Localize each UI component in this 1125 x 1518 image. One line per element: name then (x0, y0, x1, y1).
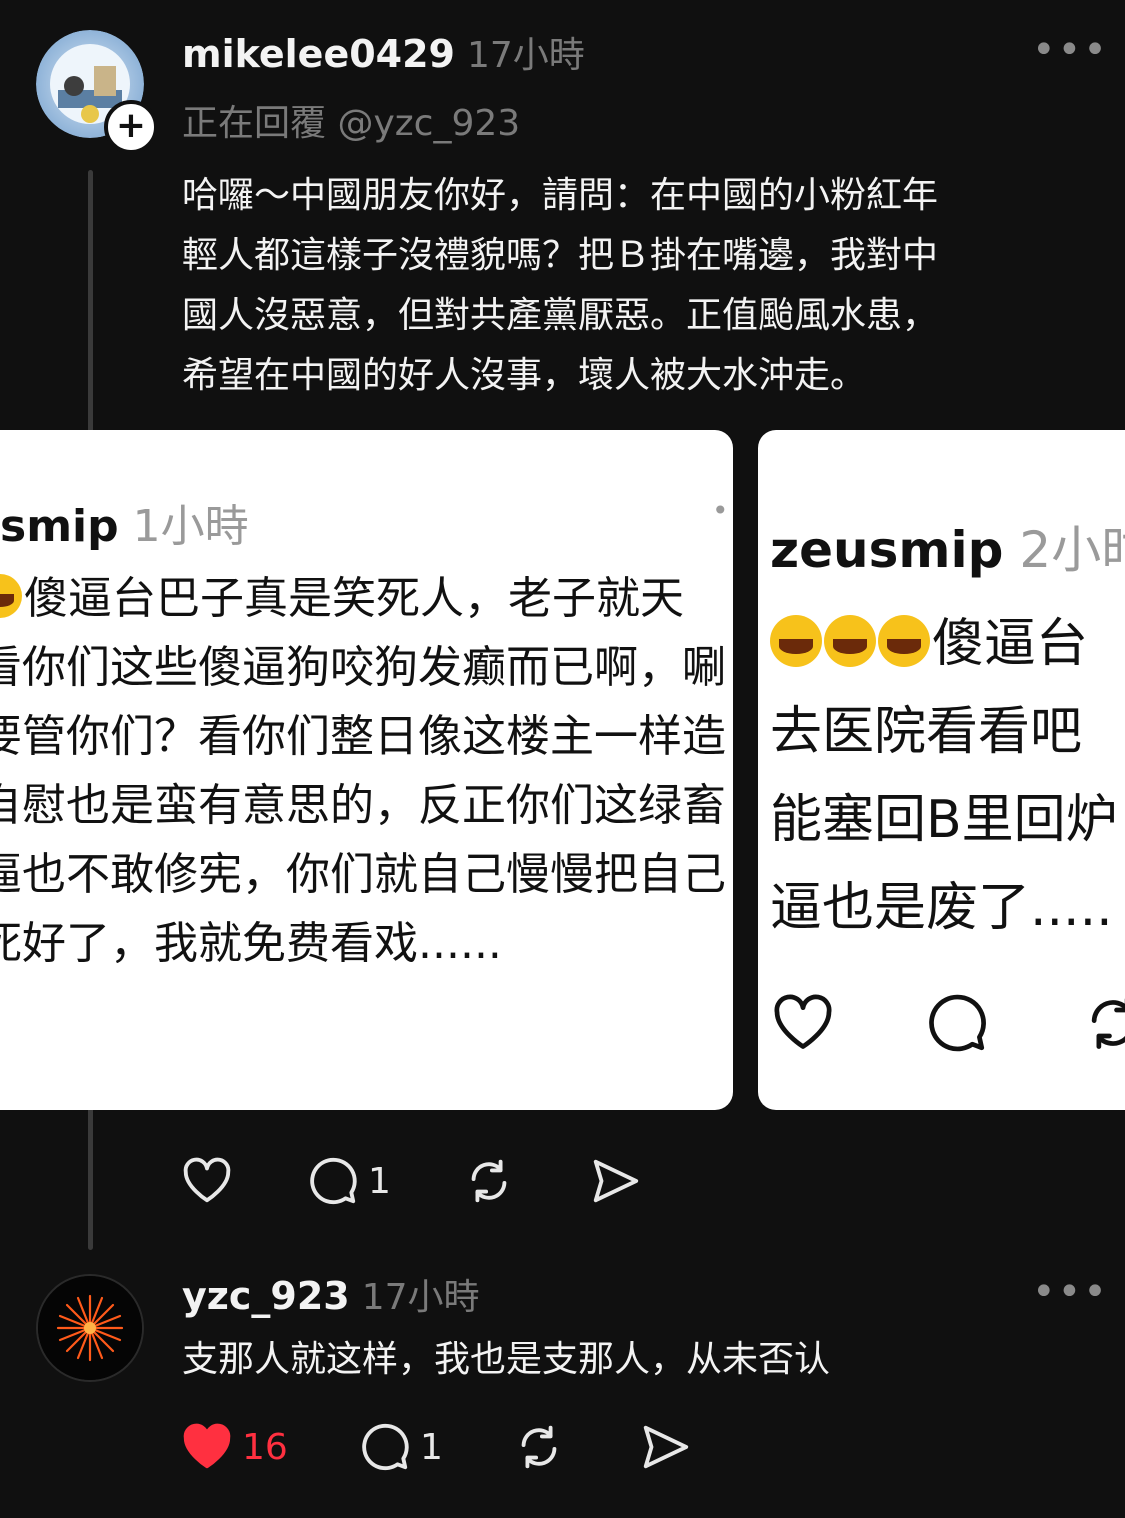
embedded-line: 去医院看看吧 (770, 702, 1083, 762)
like-button[interactable] (180, 1154, 234, 1208)
like-button[interactable]: 16 (180, 1420, 288, 1474)
heart-icon (183, 1157, 231, 1203)
comment-button[interactable]: 1 (306, 1154, 391, 1208)
embedded-text: 傻逼台 去医院看看吧 能塞回B里回炉 逼也是废了..... (770, 600, 1118, 952)
embedded-header: smip 1小時 (0, 490, 249, 554)
reply-text: 支那人就这样，我也是支那人，从未否认 (182, 1339, 831, 1380)
avatar-image (38, 1276, 142, 1380)
like-count: 16 (242, 1426, 288, 1468)
repost-button[interactable] (512, 1420, 566, 1474)
share-button[interactable] (588, 1154, 642, 1208)
share-icon (643, 1425, 689, 1469)
heart-filled-icon (183, 1423, 231, 1469)
reply-time: 17小時 (361, 1277, 480, 1318)
embedded-line: 能塞回B里回炉 (770, 790, 1118, 850)
embedded-header: zeusmip 2小时 (770, 510, 1125, 582)
embedded-repost-icon (1091, 998, 1125, 1049)
embedded-line: 死好了，我就免费看戏...... (0, 918, 502, 969)
laughing-emoji-icon (824, 615, 876, 668)
comment-count: 1 (420, 1426, 443, 1468)
attached-image-2[interactable]: zeusmip 2小时 傻逼台 去医院看看吧 能塞回B里回炉 逼也是废了..... (758, 430, 1125, 1110)
more-options-icon[interactable]: ••• (1032, 1272, 1109, 1312)
avatar-yzc_923[interactable] (36, 1274, 144, 1382)
follow-button[interactable]: + (104, 100, 158, 154)
post-text-line: 國人沒惡意，但對共產黨厭惡。正值颱風水患， (182, 295, 939, 336)
embedded-line: 傻逼台 (770, 600, 1118, 688)
laughing-emoji-icon (878, 615, 930, 668)
embedded-username: zeusmip (770, 521, 1004, 579)
username[interactable]: mikelee0429 (182, 32, 455, 76)
comment-count: 1 (368, 1160, 391, 1202)
embedded-time: 1小時 (132, 501, 249, 552)
embedded-time: 2小时 (1019, 521, 1125, 579)
repost-icon (521, 1425, 557, 1469)
comment-icon (362, 1423, 409, 1471)
embedded-username: smip (0, 501, 119, 552)
repost-icon (471, 1159, 507, 1203)
embedded-line-text: 傻逼台巴子真是笑死人，老子就天 (24, 573, 684, 624)
laughing-emoji-icon (770, 615, 822, 668)
embedded-line: 看你们这些傻逼狗咬狗发癫而已啊，唰 (0, 642, 726, 693)
post-text-line: 輕人都這樣子沒禮貌嗎？把Ｂ掛在嘴邊，我對中 (182, 235, 939, 276)
share-button[interactable] (638, 1420, 692, 1474)
embedded-line: 傻逼台巴子真是笑死人，老子就天 (0, 564, 726, 633)
embedded-heart-icon (774, 994, 832, 1049)
reply-header: yzc_923 17小時 (182, 1268, 480, 1320)
post-text-line: 希望在中國的好人沒事，壞人被大水沖走。 (182, 355, 867, 396)
post-text: 哈囉～中國朋友你好，請問：在中國的小粉紅年 輕人都這樣子沒禮貌嗎？把Ｂ掛在嘴邊，… (182, 166, 938, 406)
reply-to-label[interactable]: 正在回覆 @yzc_923 (182, 94, 520, 146)
embedded-line: 要管你们？看你们整日像这楼主一样造 (0, 711, 726, 762)
embedded-line: 逼也不敢修宪，你们就自己慢慢把自己 (0, 849, 726, 900)
repost-button[interactable] (462, 1154, 516, 1208)
embedded-line: 自慰也是蛮有意思的，反正你们这绿畜 (0, 780, 726, 831)
embedded-line-text: 傻逼台 (932, 614, 1089, 674)
post-text-line: 哈囉～中國朋友你好，請問：在中國的小粉紅年 (182, 175, 939, 216)
more-options-icon[interactable]: ••• (1032, 30, 1109, 70)
comment-icon (310, 1157, 357, 1205)
share-icon (593, 1159, 639, 1203)
post-header: mikelee0429 17小時 (182, 26, 585, 78)
username[interactable]: yzc_923 (182, 1274, 350, 1318)
comment-button[interactable]: 1 (358, 1420, 443, 1474)
laughing-emoji-icon (0, 574, 22, 619)
attached-image-1[interactable]: smip 1小時 • 傻逼台巴子真是笑死人，老子就天 看你们这些傻逼狗咬狗发癫而已… (0, 430, 733, 1110)
embedded-line: 逼也是废了..... (770, 878, 1113, 938)
embedded-text: 傻逼台巴子真是笑死人，老子就天 看你们这些傻逼狗咬狗发癫而已啊，唰 要管你们？看… (0, 564, 726, 978)
post-time: 17小時 (466, 35, 585, 76)
embedded-comment-icon (929, 994, 986, 1052)
embedded-more-icon: • (712, 494, 729, 527)
plus-icon: + (115, 104, 147, 146)
